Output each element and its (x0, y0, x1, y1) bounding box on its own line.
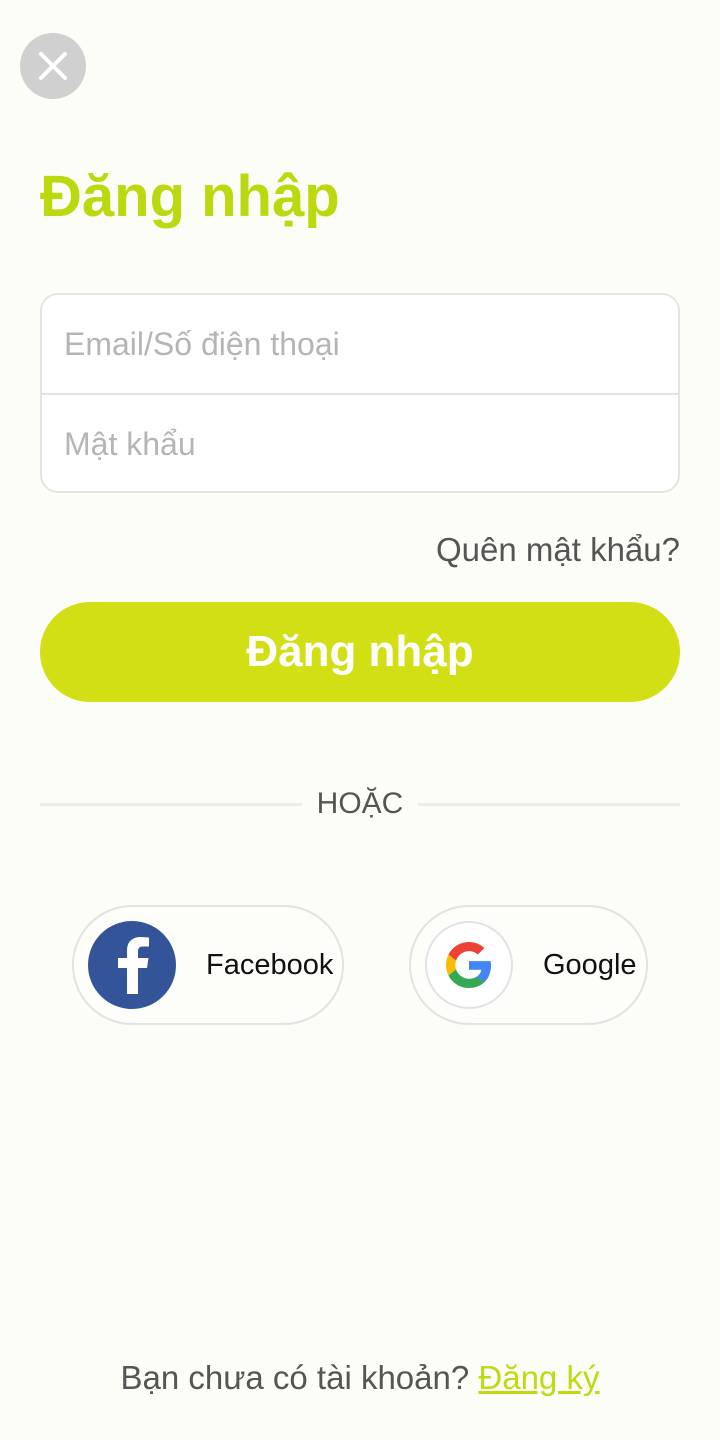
divider-line-right (418, 803, 680, 806)
password-input[interactable] (42, 395, 678, 491)
signup-prompt: Bạn chưa có tài khoản? Đăng ký (0, 1356, 720, 1400)
google-label: Google (543, 948, 637, 981)
email-input[interactable] (42, 295, 678, 393)
page-title: Đăng nhập (40, 164, 340, 229)
facebook-icon (88, 921, 176, 1009)
google-login-button[interactable]: Google (409, 905, 648, 1025)
login-form (40, 293, 680, 493)
google-icon (425, 921, 513, 1009)
forgot-password-link[interactable]: Quên mật khẩu? (436, 528, 680, 572)
login-button[interactable]: Đăng nhập (40, 602, 680, 702)
or-divider: HOẶC (40, 784, 680, 824)
close-button[interactable] (20, 33, 86, 99)
signup-prompt-text: Bạn chưa có tài khoản? (120, 1359, 470, 1396)
login-screen: Đăng nhập Quên mật khẩu? Đăng nhập HOẶC … (0, 0, 720, 1440)
facebook-login-button[interactable]: Facebook (72, 905, 344, 1025)
facebook-label: Facebook (206, 948, 334, 981)
close-icon (39, 52, 67, 80)
signup-link[interactable]: Đăng ký (478, 1359, 599, 1396)
